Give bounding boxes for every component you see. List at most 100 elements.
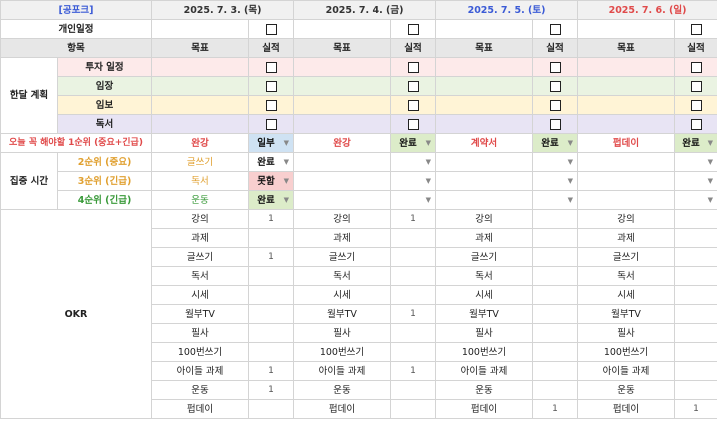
chevron-down-icon[interactable]: ▼ [568,154,573,171]
okr-value[interactable]: 1 [390,304,436,324]
goal-cell[interactable] [435,76,533,96]
checkbox[interactable] [690,118,702,130]
chevron-down-icon[interactable]: ▼ [284,154,289,171]
check-cell[interactable] [532,19,578,39]
check-cell[interactable] [532,57,578,77]
goal-cell[interactable] [577,57,675,77]
goal-cell[interactable] [293,19,391,39]
okr-value[interactable]: 1 [248,247,294,267]
goal-cell[interactable] [151,95,249,115]
result-dropdown[interactable]: 일부 ▼ [248,133,294,153]
chevron-down-icon[interactable]: ▼ [284,192,289,209]
chevron-down-icon[interactable]: ▼ [426,154,431,171]
checkbox[interactable] [690,61,702,73]
chevron-down-icon[interactable]: ▼ [426,192,431,209]
result-dropdown[interactable]: ▼ [532,190,578,210]
checkbox[interactable] [265,118,277,130]
checkbox[interactable] [549,99,561,111]
chevron-down-icon[interactable]: ▼ [426,135,431,152]
goal-cell[interactable] [293,57,391,77]
result-dropdown[interactable]: 완료 ▼ [532,133,578,153]
checkbox[interactable] [407,80,419,92]
goal-cell[interactable] [577,76,675,96]
okr-value[interactable] [248,228,294,248]
okr-value[interactable] [390,323,436,343]
focus-goal[interactable] [293,152,391,172]
check-cell[interactable] [674,114,717,134]
chevron-down-icon[interactable]: ▼ [426,173,431,190]
checkbox[interactable] [407,61,419,73]
okr-value[interactable] [532,228,578,248]
chevron-down-icon[interactable]: ▼ [708,154,713,171]
checkbox[interactable] [690,23,702,35]
okr-value[interactable] [674,304,717,324]
result-dropdown[interactable]: ▼ [674,171,717,191]
check-cell[interactable] [390,95,436,115]
okr-value[interactable] [390,342,436,362]
okr-value[interactable] [674,285,717,305]
check-cell[interactable] [390,76,436,96]
check-cell[interactable] [248,114,294,134]
okr-value[interactable]: 1 [532,399,578,419]
okr-value[interactable] [674,247,717,267]
result-dropdown[interactable]: ▼ [674,190,717,210]
result-dropdown[interactable]: ▼ [390,152,436,172]
checkbox[interactable] [690,99,702,111]
okr-value[interactable] [532,342,578,362]
okr-value[interactable] [674,228,717,248]
top-priority-goal[interactable]: 펍데이 [577,133,675,153]
okr-value[interactable] [674,342,717,362]
result-dropdown[interactable]: ▼ [390,190,436,210]
chevron-down-icon[interactable]: ▼ [708,135,713,152]
okr-value[interactable] [532,361,578,381]
okr-value[interactable]: 1 [248,380,294,400]
focus-goal[interactable] [577,152,675,172]
goal-cell[interactable] [435,114,533,134]
result-dropdown[interactable]: ▼ [674,152,717,172]
checkbox[interactable] [265,23,277,35]
check-cell[interactable] [532,114,578,134]
okr-value[interactable]: 1 [248,361,294,381]
okr-value[interactable] [674,209,717,229]
okr-value[interactable] [532,209,578,229]
okr-value[interactable] [532,266,578,286]
check-cell[interactable] [532,76,578,96]
okr-value[interactable] [248,285,294,305]
checkbox[interactable] [265,80,277,92]
okr-value[interactable] [248,323,294,343]
okr-value[interactable] [532,380,578,400]
check-cell[interactable] [674,57,717,77]
checkbox[interactable] [407,118,419,130]
goal-cell[interactable] [151,57,249,77]
checkbox[interactable] [407,23,419,35]
checkbox[interactable] [265,99,277,111]
top-priority-goal[interactable]: 계약서 [435,133,533,153]
checkbox[interactable] [549,118,561,130]
focus-goal[interactable] [435,152,533,172]
goal-cell[interactable] [435,57,533,77]
top-priority-goal[interactable]: 완강 [151,133,249,153]
okr-value[interactable] [532,304,578,324]
check-cell[interactable] [248,57,294,77]
check-cell[interactable] [248,95,294,115]
focus-goal[interactable]: 운동 [151,190,249,210]
focus-goal[interactable] [577,171,675,191]
okr-value[interactable] [532,247,578,267]
result-dropdown[interactable]: 완료 ▼ [390,133,436,153]
goal-cell[interactable] [435,95,533,115]
check-cell[interactable] [674,76,717,96]
okr-value[interactable]: 1 [248,209,294,229]
result-dropdown[interactable]: 완료 ▼ [248,152,294,172]
chevron-down-icon[interactable]: ▼ [708,173,713,190]
check-cell[interactable] [390,19,436,39]
okr-value[interactable]: 1 [674,399,717,419]
check-cell[interactable] [532,95,578,115]
okr-value[interactable] [390,247,436,267]
okr-value[interactable] [390,285,436,305]
focus-goal[interactable]: 독서 [151,171,249,191]
result-dropdown[interactable]: ▼ [532,171,578,191]
goal-cell[interactable] [151,19,249,39]
check-cell[interactable] [248,76,294,96]
check-cell[interactable] [390,57,436,77]
focus-goal[interactable] [293,190,391,210]
